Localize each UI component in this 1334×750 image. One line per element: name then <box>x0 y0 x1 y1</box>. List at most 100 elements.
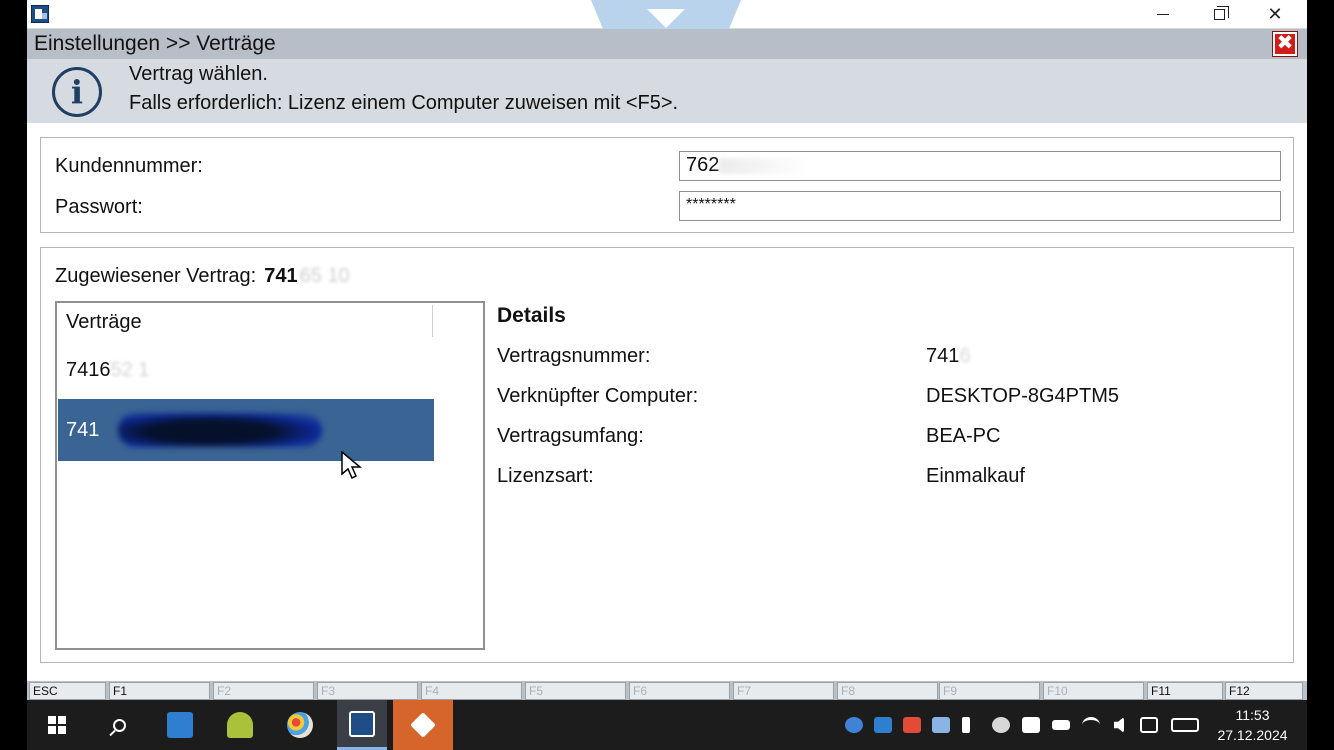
taskbar-app-anydesk[interactable] <box>393 700 453 750</box>
passwort-label: Passwort: <box>55 196 143 218</box>
info-line-1: Vertrag wählen. <box>129 63 268 85</box>
anydesk-icon <box>903 717 921 733</box>
detail-label-computer: Verknüpfter Computer: <box>497 385 699 407</box>
redacted-text <box>719 157 810 174</box>
search-button[interactable] <box>97 700 141 750</box>
window-close-button[interactable]: ✕ <box>1247 0 1303 29</box>
column-divider[interactable] <box>432 305 433 337</box>
minimize-button[interactable] <box>1135 0 1191 29</box>
battery-icon <box>1052 720 1070 730</box>
search-icon <box>112 718 126 732</box>
start-button[interactable] <box>35 700 79 750</box>
detail-value-umfang: BEA-PC <box>926 425 1001 447</box>
fkey-f7[interactable]: F7 <box>733 682 834 700</box>
mail-icon <box>1022 717 1040 733</box>
tray-keyboard-icon[interactable] <box>1167 700 1203 750</box>
detail-label-lizenzart: Lizenzsart: <box>497 465 594 487</box>
keyboard-icon <box>1171 718 1199 732</box>
detail-value-vertragsnummer: 7416 <box>926 345 971 368</box>
tray-notifications-icon[interactable] <box>1137 700 1161 750</box>
sync-icon <box>845 717 863 733</box>
tray-download-icon[interactable] <box>989 700 1013 750</box>
contract-number-redacted: 52 1 <box>110 359 150 381</box>
window-title-bar: ✕ <box>27 0 1307 29</box>
tray-app-icon[interactable] <box>929 700 953 750</box>
fkey-f8[interactable]: F8 <box>837 682 938 700</box>
contracts-list[interactable]: Verträge 741652 1 741 <box>55 301 485 650</box>
kundennummer-input[interactable]: 762 <box>679 151 1281 181</box>
fkey-f6[interactable]: F6 <box>629 682 730 700</box>
collapse-toolbar-tab[interactable] <box>591 0 741 29</box>
fkey-f2[interactable]: F2 <box>213 682 314 700</box>
contract-list-item-selected[interactable]: 741 <box>58 399 434 461</box>
tray-wifi-icon[interactable] <box>1079 700 1103 750</box>
redacted-scribble <box>118 413 322 447</box>
tray-mail-icon[interactable] <box>1019 700 1043 750</box>
fkey-f3[interactable]: F3 <box>317 682 418 700</box>
detail-value-computer: DESKTOP-8G4PTM5 <box>926 385 1120 407</box>
detail-value-text: 741 <box>926 345 960 367</box>
dialog-close-button[interactable]: ✖ <box>1272 31 1298 57</box>
fkey-f12[interactable]: F12 <box>1225 682 1303 700</box>
fkey-f5[interactable]: F5 <box>525 682 626 700</box>
clock-date: 27.12.2024 <box>1217 727 1288 743</box>
volume-icon <box>1114 717 1124 733</box>
taskbar-app-paint[interactable] <box>277 700 323 750</box>
restore-button[interactable] <box>1191 0 1247 29</box>
paint-palette-icon <box>287 712 313 738</box>
detail-label-vertragsnummer: Vertragsnummer: <box>497 345 651 367</box>
app-window: ✕ Einstellungen >> Verträge ✖ i Vertrag … <box>27 0 1307 700</box>
app-tray-icon <box>932 717 950 733</box>
contract-number: 7416 <box>66 359 111 381</box>
android-icon <box>227 712 253 738</box>
credentials-panel: Kundennummer: 762 Passwort: ******** <box>40 137 1294 233</box>
page-title: Einstellungen >> Verträge <box>34 32 276 55</box>
fkey-f10[interactable]: F10 <box>1043 682 1144 700</box>
page-header: Einstellungen >> Verträge ✖ <box>27 29 1307 59</box>
app-icon <box>31 5 49 23</box>
contract-number: 741 <box>66 419 100 441</box>
info-line-2: Falls erforderlich: Lizenz einem Compute… <box>129 92 679 114</box>
tray-sync-icon[interactable] <box>842 700 866 750</box>
taskbar-app-current[interactable] <box>337 700 387 750</box>
tray-anydesk-icon[interactable] <box>900 700 924 750</box>
fkey-esc[interactable]: ESC <box>29 682 106 700</box>
taskbar-app-android[interactable] <box>217 700 263 750</box>
kundennummer-label: Kundennummer: <box>55 155 203 177</box>
download-icon <box>992 717 1010 733</box>
contracts-list-header: Verträge <box>66 311 142 333</box>
contract-list-item[interactable]: 741652 1 <box>58 339 434 401</box>
anydesk-icon <box>410 712 436 738</box>
restore-icon <box>1213 6 1229 20</box>
notification-icon <box>1140 717 1158 733</box>
fkey-f4[interactable]: F4 <box>421 682 522 700</box>
taskbar-app-audio-tool[interactable] <box>157 700 203 750</box>
tray-volume-icon[interactable] <box>1107 700 1131 750</box>
assigned-contract-value: 741 <box>264 265 298 287</box>
detail-label-umfang: Vertragsumfang: <box>497 425 644 447</box>
function-key-bar: ESC F1 F2 F3 F4 F5 F6 F7 F8 F9 F10 F11 F… <box>27 681 1307 700</box>
chevron-down-icon <box>647 9 685 28</box>
info-banner: i Vertrag wählen. Falls erforderlich: Li… <box>27 59 1307 123</box>
assigned-contract-redacted: 65 10 <box>299 265 350 287</box>
current-app-icon <box>349 710 375 737</box>
clock-time: 11:53 <box>1235 707 1270 723</box>
info-icon: i <box>52 67 102 117</box>
fkey-f11[interactable]: F11 <box>1147 682 1223 700</box>
contract-panel: Zugewiesener Vertrag: 741 65 10 Verträge 7… <box>40 247 1294 663</box>
fkey-f1[interactable]: F1 <box>109 682 210 700</box>
passwort-input[interactable]: ******** <box>679 191 1281 221</box>
taskbar-clock[interactable]: 11:53 27.12.2024 <box>1210 705 1295 745</box>
wifi-icon <box>1082 717 1100 733</box>
taskbar: 11:53 27.12.2024 <box>27 700 1307 750</box>
details-title: Details <box>497 304 566 327</box>
audio-app-icon <box>167 712 193 738</box>
tray-bluetooth-icon[interactable] <box>956 700 976 750</box>
audio-app-icon <box>874 717 892 733</box>
bluetooth-icon <box>962 717 970 733</box>
fkey-f9[interactable]: F9 <box>939 682 1040 700</box>
tray-audio-tool-icon[interactable] <box>871 700 895 750</box>
detail-value-redacted: 6 <box>959 345 971 367</box>
assigned-contract: Zugewiesener Vertrag: 741 65 10 <box>55 265 350 288</box>
tray-battery-icon[interactable] <box>1049 700 1073 750</box>
